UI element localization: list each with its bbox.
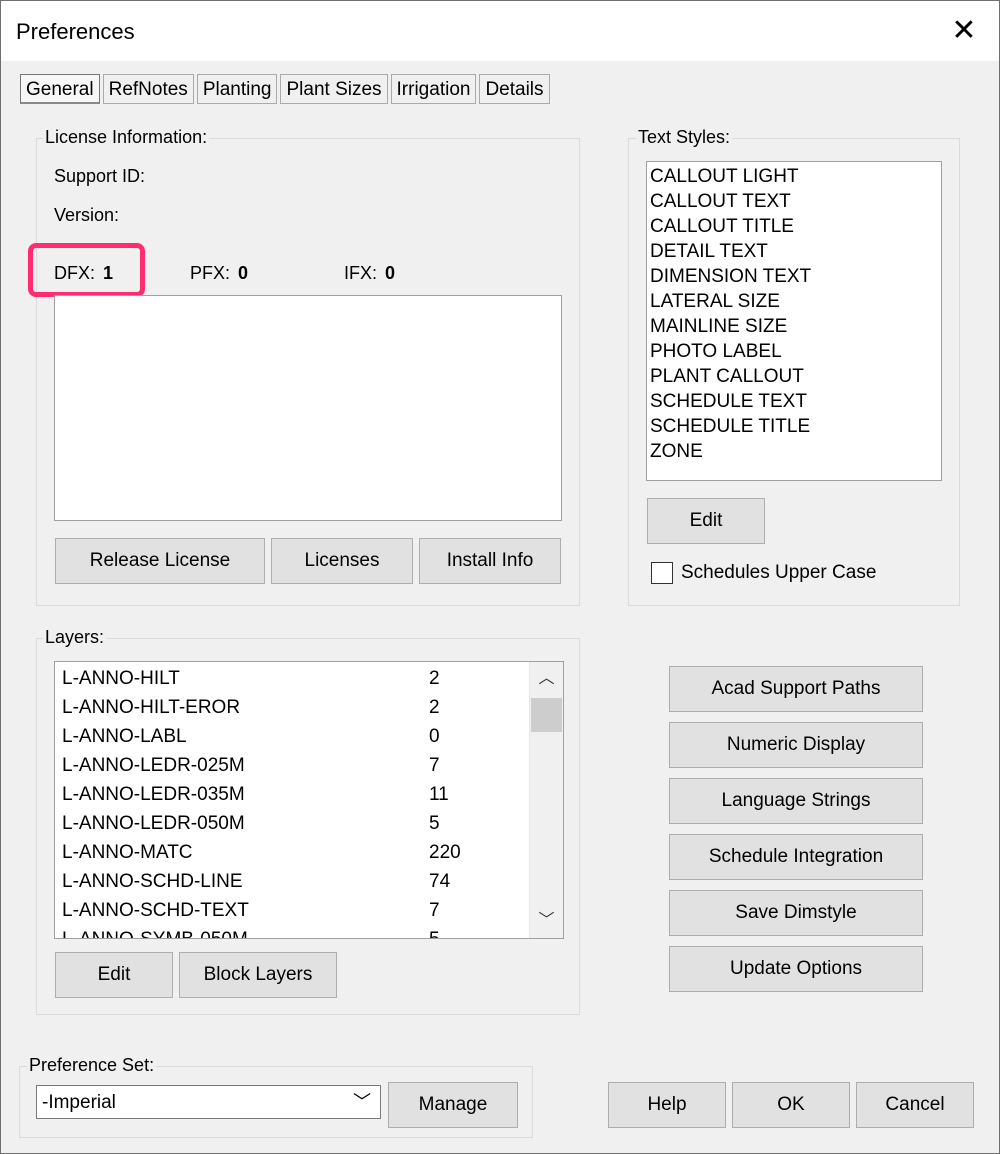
layers-list[interactable]: L-ANNO-HILT 2 L-ANNO-HILT-EROR 2 L-ANNO-LA… — [54, 661, 564, 939]
pfx-value: 0 — [238, 263, 249, 283]
pfx-counter: PFX: 0 — [190, 263, 248, 284]
layer-count: 2 — [429, 668, 440, 689]
text-style-item[interactable]: ZONE — [647, 439, 941, 464]
dfx-highlight-box — [28, 243, 145, 297]
release-license-button[interactable]: Release License — [55, 538, 265, 584]
layer-row[interactable]: L-ANNO-LEDR-025M 7 — [55, 751, 563, 780]
text-styles-group-label: Text Styles: — [636, 127, 733, 148]
chevron-down-icon[interactable]: ﹀ — [353, 1088, 371, 1116]
schedules-upper-case-checkbox[interactable] — [651, 562, 673, 584]
schedules-upper-case-label[interactable]: Schedules Upper Case — [681, 562, 876, 584]
layer-name: L-ANNO-HILT — [62, 668, 180, 689]
layer-name: L-ANNO-LEDR-025M — [62, 755, 245, 776]
ifx-value: 0 — [385, 263, 396, 283]
manage-button[interactable]: Manage — [388, 1082, 518, 1128]
layer-row[interactable]: L-ANNO-LABL 0 — [55, 722, 563, 751]
licenses-button[interactable]: Licenses — [271, 538, 413, 584]
text-style-item[interactable]: LATERAL SIZE — [647, 289, 941, 314]
title-bar: Preferences ✕ — [1, 1, 999, 61]
version-label: Version: — [54, 205, 120, 225]
close-icon[interactable]: ✕ — [943, 11, 985, 51]
layers-edit-button[interactable]: Edit — [55, 952, 173, 998]
numeric-display-button[interactable]: Numeric Display — [669, 722, 923, 768]
layer-count: 220 — [429, 842, 461, 863]
layer-count: 74 — [429, 871, 451, 892]
layer-name: L-ANNO-MATC — [62, 842, 193, 863]
layer-count: 5 — [429, 925, 440, 938]
tab-planting[interactable]: Planting — [196, 74, 278, 104]
layer-name: L-ANNO-LABL — [62, 726, 187, 747]
update-options-button[interactable]: Update Options — [669, 946, 923, 992]
layers-group-label: Layers: — [43, 627, 107, 648]
ifx-counter: IFX: 0 — [344, 263, 395, 284]
schedule-integration-button[interactable]: Schedule Integration — [669, 834, 923, 880]
text-style-item[interactable]: DETAIL TEXT — [647, 239, 941, 264]
layer-name: L-ANNO-HILT-EROR — [62, 697, 241, 718]
language-strings-button[interactable]: Language Strings — [669, 778, 923, 824]
layer-name: L-ANNO-SCHD-LINE — [62, 871, 243, 892]
preference-set-select[interactable]: -Imperial ﹀ — [36, 1085, 381, 1119]
help-button[interactable]: Help — [608, 1082, 726, 1128]
preference-set-label: Preference Set: — [27, 1055, 157, 1076]
tab-plant-sizes[interactable]: Plant Sizes — [280, 74, 388, 104]
text-style-item[interactable]: PLANT CALLOUT — [647, 364, 941, 389]
layer-name: L-ANNO-LEDR-050M — [62, 813, 245, 834]
install-info-button[interactable]: Install Info — [419, 538, 561, 584]
text-style-item[interactable]: DIMENSION TEXT — [647, 264, 941, 289]
layer-row[interactable]: L-ANNO-LEDR-050M 5 — [55, 809, 563, 838]
tab-general[interactable]: General — [20, 74, 100, 104]
layer-row[interactable]: L-ANNO-SCHD-LINE 74 — [55, 867, 563, 896]
tab-details[interactable]: Details — [479, 74, 550, 104]
cancel-button[interactable]: Cancel — [856, 1082, 974, 1128]
text-style-item[interactable]: SCHEDULE TITLE — [647, 414, 941, 439]
text-style-item[interactable]: CALLOUT TEXT — [647, 189, 941, 214]
layer-count: 7 — [429, 755, 440, 776]
window-title: Preferences — [16, 19, 135, 44]
layer-row[interactable]: L-ANNO-MATC 220 — [55, 838, 563, 867]
license-details-box[interactable] — [54, 295, 562, 521]
ifx-label: IFX: — [344, 263, 378, 283]
scroll-up-icon[interactable]: ︿ — [530, 664, 563, 694]
layer-count: 2 — [429, 697, 440, 718]
ok-button[interactable]: OK — [732, 1082, 850, 1128]
text-style-item[interactable]: SCHEDULE TEXT — [647, 389, 941, 414]
save-dimstyle-button[interactable]: Save Dimstyle — [669, 890, 923, 936]
layer-name: L-ANNO-SYMB-050M — [62, 925, 248, 938]
layer-count: 7 — [429, 900, 440, 921]
layer-count: 11 — [429, 784, 449, 805]
layer-row[interactable]: L-ANNO-HILT-EROR 2 — [55, 693, 563, 722]
layers-scrollbar[interactable]: ︿ ﹀ — [529, 662, 563, 938]
layer-row[interactable]: L-ANNO-SYMB-050M 5 — [55, 925, 563, 938]
layer-count: 5 — [429, 813, 440, 834]
layer-count: 0 — [429, 726, 440, 747]
layer-row[interactable]: L-ANNO-LEDR-035M 11 — [55, 780, 563, 809]
text-style-item[interactable]: PHOTO LABEL — [647, 339, 941, 364]
preferences-dialog: Preferences ✕ General RefNotes Planting … — [0, 0, 1000, 1154]
text-style-item[interactable]: MAINLINE SIZE — [647, 314, 941, 339]
pfx-label: PFX: — [190, 263, 231, 283]
text-style-item[interactable]: CALLOUT TITLE — [647, 214, 941, 239]
tab-refnotes[interactable]: RefNotes — [102, 74, 194, 104]
layer-name: L-ANNO-SCHD-TEXT — [62, 900, 249, 921]
text-style-item[interactable]: CALLOUT LIGHT — [647, 164, 941, 189]
scrollbar-thumb[interactable] — [531, 698, 562, 732]
license-group-label: License Information: — [43, 127, 210, 148]
scroll-down-icon[interactable]: ﹀ — [530, 906, 563, 936]
support-id-label: Support ID: — [54, 166, 146, 186]
text-style-edit-button[interactable]: Edit — [647, 498, 765, 544]
layer-name: L-ANNO-LEDR-035M — [62, 784, 245, 805]
block-layers-button[interactable]: Block Layers — [179, 952, 337, 998]
layer-row[interactable]: L-ANNO-HILT 2 — [55, 664, 563, 693]
tab-strip: General RefNotes Planting Plant Sizes Ir… — [20, 74, 553, 104]
layer-row[interactable]: L-ANNO-SCHD-TEXT 7 — [55, 896, 563, 925]
text-styles-list[interactable]: CALLOUT LIGHT CALLOUT TEXT CALLOUT TITLE… — [646, 161, 942, 481]
preference-set-value: -Imperial — [42, 1092, 116, 1113]
acad-support-paths-button[interactable]: Acad Support Paths — [669, 666, 923, 712]
tab-irrigation[interactable]: Irrigation — [390, 74, 477, 104]
